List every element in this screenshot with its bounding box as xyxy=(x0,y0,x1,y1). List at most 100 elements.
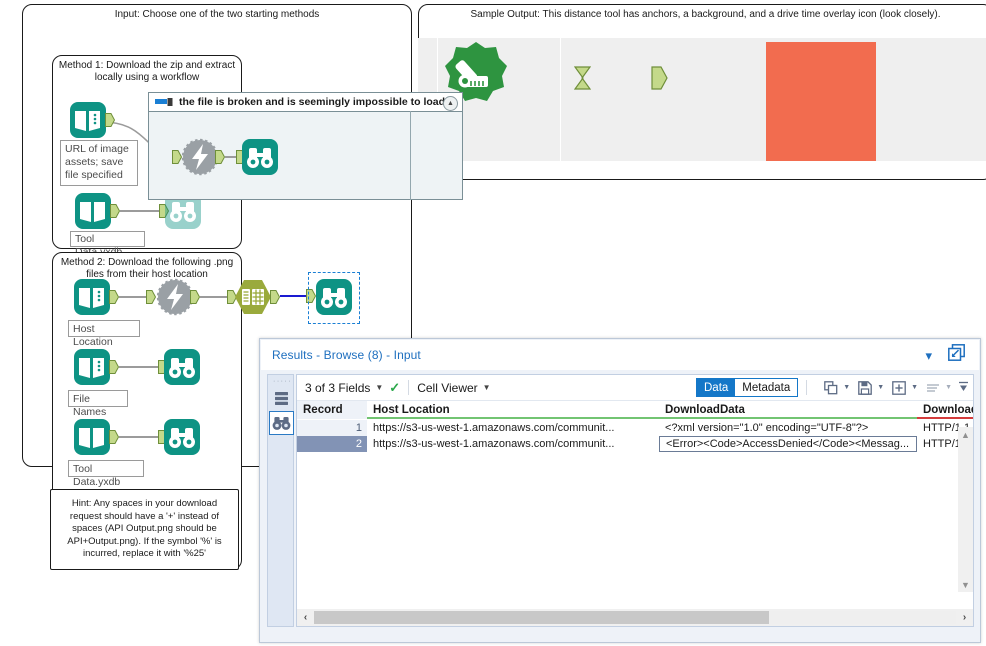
results-toolbar: 3 of 3 Fields ▼ ✓ Cell Viewer ▼ Data Met… xyxy=(297,375,973,401)
input-data-tool-5[interactable] xyxy=(72,417,112,462)
add-icon[interactable] xyxy=(892,380,906,395)
row-2-host-location[interactable]: https://s3-us-west-1.amazonaws.com/commu… xyxy=(367,436,659,452)
output-anchor-5[interactable] xyxy=(109,430,120,449)
data-tab[interactable]: Data xyxy=(697,379,736,396)
data-metadata-toggle[interactable]: Data Metadata xyxy=(696,378,799,397)
output-anchor-4[interactable] xyxy=(109,360,120,379)
column-header-host-location-label: Host Location xyxy=(373,404,450,416)
save-chevron-down-icon[interactable]: ▼ xyxy=(877,384,884,391)
row-1-host-location[interactable]: https://s3-us-west-1.amazonaws.com/commu… xyxy=(367,420,659,436)
note-tool-data-1: Tool Data.yxdb xyxy=(70,231,145,258)
results-body: ····· 3 of 3 Fields ▼ ✓ Cell Viewer ▼ Da… xyxy=(261,370,979,641)
rail-grip[interactable]: ····· xyxy=(273,378,292,385)
input-data-tool-2[interactable] xyxy=(73,191,113,236)
scroll-up-arrow[interactable]: ▲ xyxy=(958,427,973,442)
connection-line-4 xyxy=(119,296,147,298)
toolbar-divider-2 xyxy=(806,380,808,395)
row-2-download-data[interactable]: <Error><Code>AccessDenied</Code><Messag.… xyxy=(659,436,917,452)
connection-line-6 xyxy=(119,366,159,368)
hint-box: Hint: Any spaces in your download reques… xyxy=(50,489,239,570)
output-anchor-3[interactable] xyxy=(109,290,120,309)
pop-out-icon[interactable] xyxy=(948,344,965,366)
browse-tool-2[interactable] xyxy=(314,277,354,322)
results-window[interactable]: Results - Browse (8) - Input ▾ ····· 3 o… xyxy=(259,338,981,643)
input-data-tool-4[interactable] xyxy=(72,347,112,392)
column-header-host-location[interactable]: Host Location xyxy=(367,401,659,419)
row-1-record: 1 xyxy=(355,422,362,434)
column-header-download-headers[interactable]: Download xyxy=(917,401,973,419)
input-data-tool-3[interactable] xyxy=(72,277,112,322)
comment-window-title: the file is broken and is seemingly impo… xyxy=(179,96,446,108)
row-2-record: 2 xyxy=(355,438,362,450)
sample-output-anchor-icon[interactable] xyxy=(651,66,668,95)
connection-line-5 xyxy=(200,296,228,298)
save-icon[interactable] xyxy=(858,380,873,395)
method-1-title-line2: locally using a workflow xyxy=(94,72,200,83)
hscroll-track[interactable] xyxy=(314,611,956,624)
connection-line-7 xyxy=(119,436,159,438)
connection-line-2 xyxy=(120,210,160,212)
comment-window-titlebar[interactable]: the file is broken and is seemingly impo… xyxy=(149,93,462,112)
note-file-names: File Names xyxy=(68,390,128,418)
column-header-download-data-label: DownloadData xyxy=(665,404,745,416)
browse-tool-4[interactable] xyxy=(162,417,202,462)
note-url-of-image: URL of image assets; save file specified xyxy=(60,140,138,186)
rail-browse-button[interactable] xyxy=(269,411,294,435)
fields-selector-label[interactable]: 3 of 3 Fields xyxy=(305,381,370,395)
chevron-down-icon[interactable]: ▾ xyxy=(925,349,932,362)
row-1-download-data[interactable]: <?xml version="1.0" encoding="UTF-8"?> xyxy=(659,420,917,436)
toolbar-divider-1 xyxy=(408,380,410,395)
table-row[interactable]: 1 https://s3-us-west-1.amazonaws.com/com… xyxy=(297,420,973,436)
method-1-title-line1: Method 1: Download the zip and extract xyxy=(58,60,236,71)
grid-horizontal-scrollbar[interactable]: ‹ › xyxy=(297,609,973,626)
scroll-down-arrow[interactable]: ▼ xyxy=(958,577,973,592)
check-icon[interactable]: ✓ xyxy=(389,380,400,396)
comment-window-collapse-icon[interactable]: ▲ xyxy=(443,96,458,111)
column-underline-download-data xyxy=(659,417,917,419)
download-tool-output-anchor[interactable] xyxy=(215,150,226,169)
results-grid: Record Host Location DownloadData Downlo… xyxy=(297,401,973,609)
menu-chevron-down-icon[interactable]: ▼ xyxy=(945,384,952,391)
scroll-left-arrow[interactable]: ‹ xyxy=(297,609,314,626)
browse-tool-3[interactable] xyxy=(162,347,202,392)
hscroll-thumb[interactable] xyxy=(314,611,769,624)
sample-divider-2 xyxy=(560,38,561,161)
column-underline-download-headers xyxy=(917,417,973,419)
menu-icon[interactable] xyxy=(926,381,940,395)
cell-viewer-chevron-down-icon[interactable]: ▼ xyxy=(483,383,491,392)
parse-tool[interactable] xyxy=(234,279,272,320)
comment-window-divider xyxy=(410,111,411,200)
sample-output-container-title: Sample Output: This distance tool has an… xyxy=(470,9,941,20)
metadata-tab[interactable]: Metadata xyxy=(735,379,798,396)
column-underline-host-location xyxy=(367,417,659,419)
download-tool-2-output-anchor[interactable] xyxy=(190,290,201,309)
parse-tool-output-anchor[interactable] xyxy=(270,290,281,309)
column-header-record[interactable]: Record xyxy=(297,401,367,419)
grid-header-row: Record Host Location DownloadData Downlo… xyxy=(297,401,973,419)
drive-time-overlay-rect xyxy=(766,42,876,161)
download-tool-2[interactable] xyxy=(155,277,195,322)
cell-viewer-label[interactable]: Cell Viewer xyxy=(417,381,477,395)
results-main: 3 of 3 Fields ▼ ✓ Cell Viewer ▼ Data Met… xyxy=(296,374,974,627)
sample-input-anchor-icon[interactable] xyxy=(573,66,592,95)
grid-vertical-scrollbar[interactable]: ▲ ▼ xyxy=(958,427,973,592)
scroll-right-arrow[interactable]: › xyxy=(956,609,973,626)
add-chevron-down-icon[interactable]: ▼ xyxy=(911,384,918,391)
output-anchor-1[interactable] xyxy=(105,113,116,132)
note-tool-data-2: Tool Data.yxdb xyxy=(68,460,144,488)
table-row[interactable]: 2 https://s3-us-west-1.amazonaws.com/com… xyxy=(297,436,973,452)
copy-icon[interactable] xyxy=(824,380,838,395)
overflow-icon[interactable] xyxy=(958,380,969,396)
output-anchor-2[interactable] xyxy=(110,204,121,223)
column-header-download-headers-label: Download xyxy=(923,404,973,416)
input-container-title: Input: Choose one of the two starting me… xyxy=(114,9,320,20)
column-header-download-data[interactable]: DownloadData xyxy=(659,401,917,419)
download-tool-1[interactable] xyxy=(180,137,220,182)
rail-layout-button[interactable] xyxy=(269,386,294,410)
results-titlebar[interactable]: Results - Browse (8) - Input ▾ xyxy=(261,340,979,370)
results-window-title: Results - Browse (8) - Input xyxy=(272,348,421,362)
input-data-tool-1[interactable] xyxy=(68,100,108,145)
copy-chevron-down-icon[interactable]: ▼ xyxy=(843,384,850,391)
browse-tool-1[interactable] xyxy=(240,137,280,182)
fields-chevron-down-icon[interactable]: ▼ xyxy=(375,383,383,392)
